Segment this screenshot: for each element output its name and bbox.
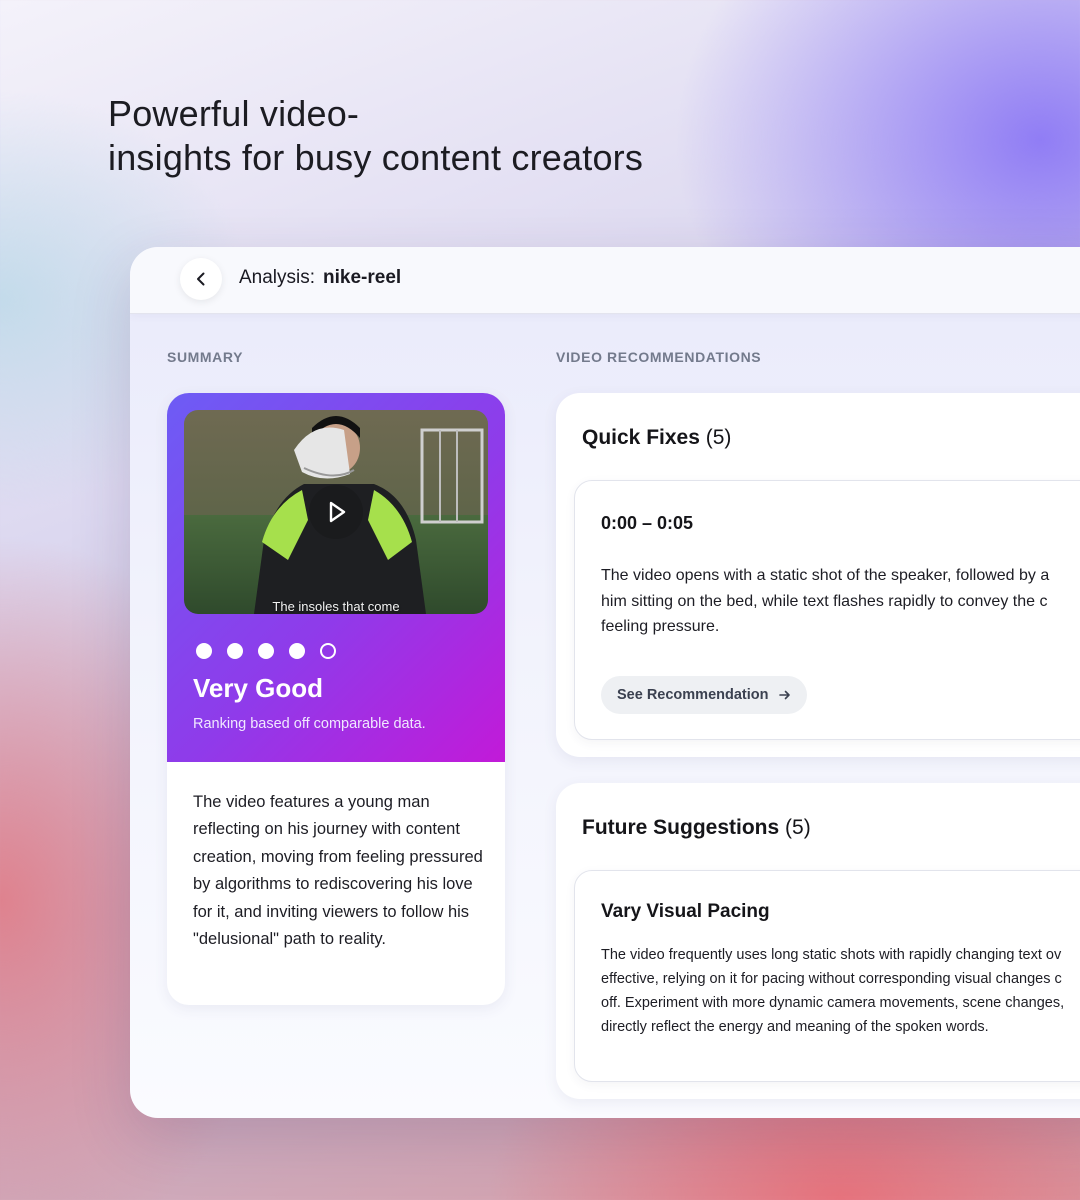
- analysis-window: Analysis: nike-reel SUMMARY VIDEO RECOMME…: [130, 247, 1080, 1118]
- breadcrumb-prefix: Analysis:: [239, 267, 316, 288]
- summary-section-label: SUMMARY: [167, 349, 244, 365]
- quick-fix-line: The video opens with a static shot of th…: [601, 567, 1050, 584]
- play-icon: [329, 501, 346, 523]
- headline: Powerful video- insights for busy conten…: [108, 92, 643, 180]
- suggestion-title: Vary Visual Pacing: [601, 901, 770, 922]
- suggestion-line: off. Experiment with more dynamic camera…: [601, 995, 1065, 1011]
- quick-fixes-heading: Quick Fixes: [582, 426, 700, 449]
- rating-label: Very Good: [193, 673, 324, 703]
- back-button[interactable]: [180, 258, 222, 300]
- rating-hero: The insoles that come Very Good Ranking …: [167, 393, 505, 762]
- future-suggestions-title: Future Suggestions (5): [582, 816, 811, 840]
- video-caption: The insoles that come: [272, 599, 400, 614]
- rating-dot-filled: [227, 643, 243, 659]
- quick-fix-line: feeling pressure.: [601, 618, 720, 635]
- summary-card: The insoles that come Very Good Ranking …: [167, 393, 505, 1005]
- quick-fix-description: The video opens with a static shot of th…: [601, 563, 1080, 640]
- arrow-right-icon: [778, 690, 790, 700]
- rating-dot-empty: [320, 643, 336, 659]
- suggestion-line: The video frequently uses long static sh…: [601, 947, 1062, 963]
- quick-fix-time: 0:00 – 0:05: [601, 513, 694, 533]
- headline-line-1: Powerful video-: [108, 93, 360, 134]
- video-thumbnail[interactable]: The insoles that come: [184, 410, 488, 614]
- rating-dot-filled: [289, 643, 305, 659]
- recommendations-section-label: VIDEO RECOMMENDATIONS: [556, 349, 762, 365]
- top-bar: Analysis: nike-reel: [130, 247, 1080, 314]
- analysis-name: nike-reel: [323, 267, 402, 288]
- see-recommendation-button[interactable]: See Recommendation: [601, 676, 807, 714]
- quick-fixes-panel: Quick Fixes (5) 0:00 – 0:05 The video op…: [556, 393, 1080, 757]
- rating-dots: [196, 643, 336, 659]
- play-button[interactable]: [309, 485, 363, 539]
- future-suggestions-count: (5): [785, 816, 811, 839]
- suggestion-description: The video frequently uses long static sh…: [601, 943, 1080, 1039]
- suggestion-line: directly reflect the energy and meaning …: [601, 1019, 989, 1035]
- future-suggestions-panel: Future Suggestions (5) Vary Visual Pacin…: [556, 783, 1080, 1099]
- rating-dot-filled: [196, 643, 212, 659]
- breadcrumb: Analysis: nike-reel: [239, 267, 401, 289]
- suggestion-line: effective, relying on it for pacing with…: [601, 971, 1062, 987]
- quick-fixes-title: Quick Fixes (5): [582, 426, 731, 450]
- see-recommendation-label: See Recommendation: [617, 687, 769, 703]
- quick-fix-line: him sitting on the bed, while text flash…: [601, 592, 1048, 610]
- quick-fix-item: 0:00 – 0:05 The video opens with a stati…: [574, 480, 1080, 740]
- chevron-left-icon: [197, 272, 205, 286]
- future-suggestion-item: Vary Visual Pacing The video frequently …: [574, 870, 1080, 1082]
- rating-dot-filled: [258, 643, 274, 659]
- rating-subtitle: Ranking based off comparable data.: [193, 716, 426, 732]
- summary-description: The video features a young man reflectin…: [193, 793, 483, 949]
- quick-fixes-count: (5): [705, 426, 732, 449]
- headline-line-2: insights for busy content creators: [108, 137, 644, 178]
- future-suggestions-heading: Future Suggestions: [582, 816, 780, 839]
